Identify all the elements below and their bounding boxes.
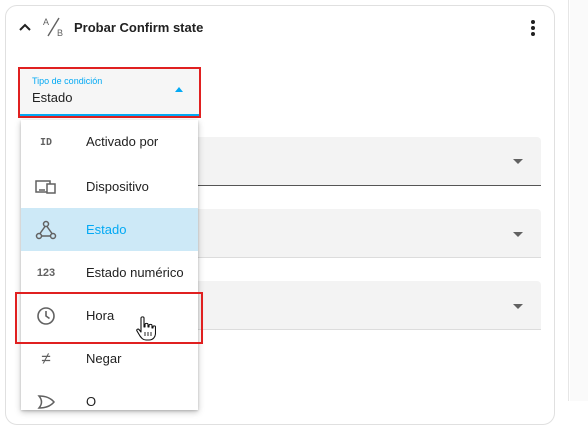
menu-item-estado[interactable]: Estado xyxy=(21,208,198,251)
id-icon: ID xyxy=(39,136,53,148)
not-equal-icon: ≠ xyxy=(41,349,51,368)
caret-down-icon[interactable] xyxy=(513,159,523,164)
menu-item-dispositivo[interactable]: Dispositivo xyxy=(21,165,198,208)
caret-down-icon[interactable] xyxy=(513,304,523,309)
menu-item-label: Estado numérico xyxy=(86,265,184,280)
card-title: Probar Confirm state xyxy=(74,20,204,35)
condition-type-menu: ID Activado por Dispositivo Estado 123 E… xyxy=(21,120,198,410)
menu-item-label: Negar xyxy=(86,351,122,366)
menu-item-estado-numerico[interactable]: 123 Estado numérico xyxy=(21,251,198,294)
chevron-up-icon[interactable] xyxy=(18,20,32,34)
menu-item-label: Activado por xyxy=(86,134,159,149)
a-b-icon: A B xyxy=(43,17,63,38)
menu-item-o[interactable]: O xyxy=(21,380,198,410)
numeric-icon: 123 xyxy=(36,267,56,279)
condition-field-3[interactable] xyxy=(198,281,541,330)
caret-down-icon[interactable] xyxy=(513,232,523,237)
condition-field-1[interactable] xyxy=(198,137,541,186)
svg-text:B: B xyxy=(57,28,63,38)
state-graph-icon xyxy=(35,219,57,241)
highlight-box-select xyxy=(18,67,201,118)
side-panel-edge xyxy=(570,0,588,401)
devices-icon xyxy=(35,176,57,198)
kebab-menu-icon[interactable] xyxy=(526,18,540,38)
condition-field-2[interactable] xyxy=(198,209,541,258)
svg-text:A: A xyxy=(43,17,49,27)
menu-item-activado-por[interactable]: ID Activado por xyxy=(21,120,198,163)
menu-item-label: Dispositivo xyxy=(86,179,149,194)
side-divider xyxy=(568,0,569,401)
menu-item-label: Estado xyxy=(86,222,127,237)
menu-item-label: O xyxy=(86,394,97,409)
hand-pointer-cursor-icon xyxy=(136,316,156,341)
highlight-box-hora xyxy=(15,292,203,344)
